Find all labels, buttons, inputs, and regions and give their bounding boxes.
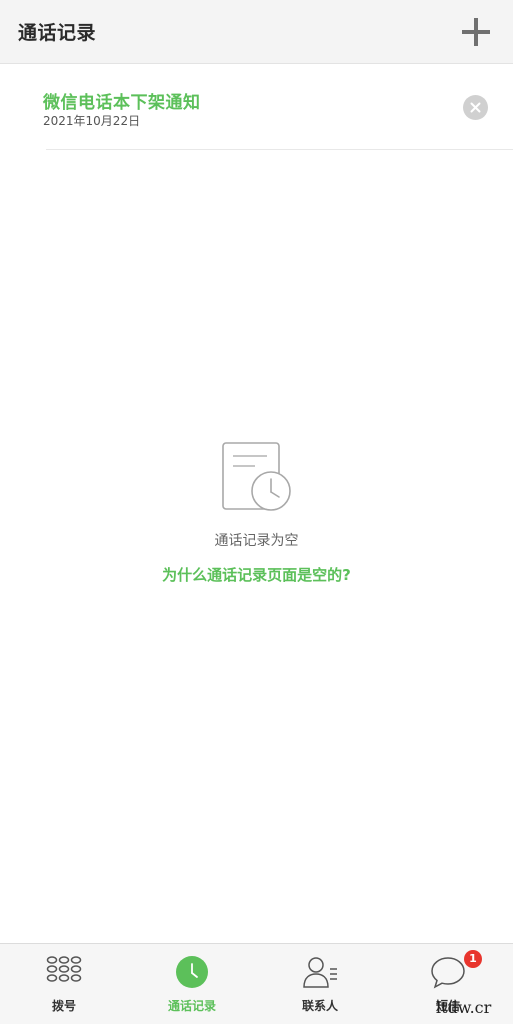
nav-label: 通话记录 <box>167 999 216 1013</box>
empty-message: 通话记录为空 <box>214 533 299 549</box>
add-button[interactable] <box>458 14 494 50</box>
nav-item-contacts[interactable]: 联系人 <box>256 944 384 1024</box>
divider <box>46 149 513 150</box>
notice-banner[interactable]: 微信电话本下架通知 2021年10月22日 <box>0 64 513 150</box>
nav-item-call-history[interactable]: 通话记录 <box>128 944 256 1024</box>
message-icon <box>431 957 465 989</box>
nav-item-dialpad[interactable]: 拨号 <box>0 944 128 1024</box>
close-icon <box>470 102 481 113</box>
clock-icon <box>176 956 208 988</box>
notice-title[interactable]: 微信电话本下架通知 <box>43 88 201 113</box>
unread-badge: 1 <box>464 950 482 968</box>
plus-icon <box>462 18 490 46</box>
page-title: 通话记录 <box>18 22 97 44</box>
empty-history-icon <box>222 442 291 511</box>
dialpad-icon <box>46 956 82 982</box>
app-window: 通话记录 微信电话本下架通知 2021年10月22日 通话记录为空 为什么通话记… <box>0 0 513 1024</box>
nav-label: 拨号 <box>51 999 76 1013</box>
contacts-icon <box>303 957 337 988</box>
empty-help-link[interactable]: 为什么通话记录页面是空的? <box>0 564 513 585</box>
top-bar: 通话记录 <box>0 0 513 64</box>
watermark: ltdw.cr <box>436 998 492 1017</box>
notice-close-button[interactable] <box>463 95 488 120</box>
notice-date: 2021年10月22日 <box>43 114 141 128</box>
nav-label: 联系人 <box>301 999 338 1013</box>
